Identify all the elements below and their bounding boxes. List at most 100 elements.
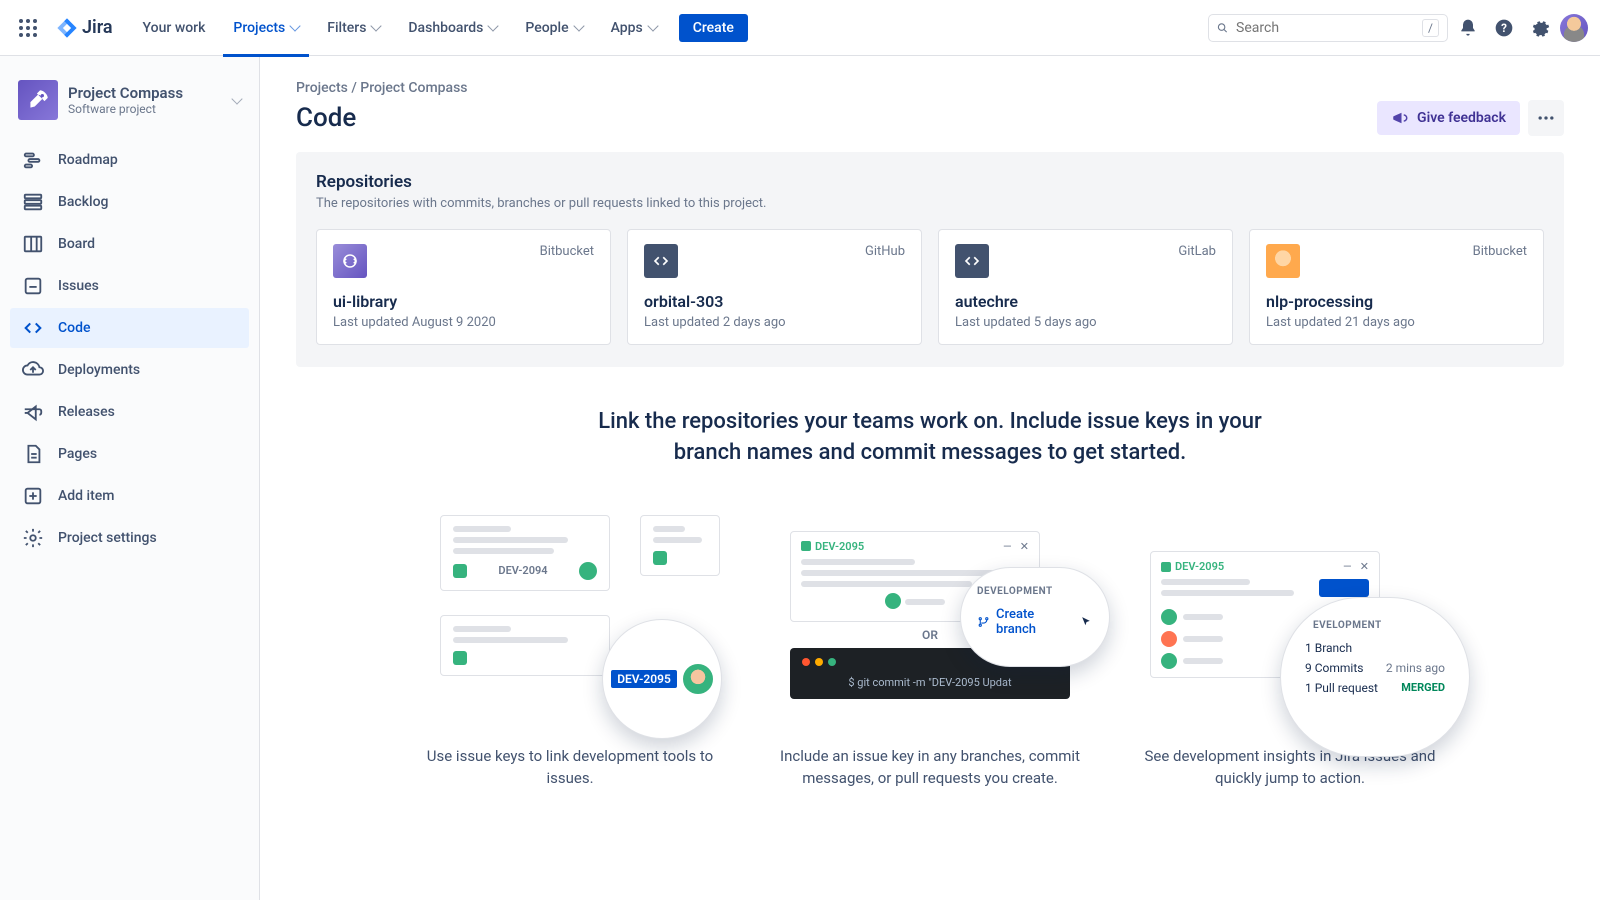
nav-apps-label: Apps xyxy=(611,20,643,36)
repositories-desc: The repositories with commits, branches … xyxy=(316,196,1544,211)
page-header: Code Give feedback xyxy=(296,100,1564,136)
sidebar-item-label: Backlog xyxy=(58,194,108,210)
create-button[interactable]: Create xyxy=(679,14,748,42)
give-feedback-button[interactable]: Give feedback xyxy=(1377,101,1520,135)
hero-columns: DEV-2094 DEV-2095 xyxy=(380,505,1480,790)
jira-logo-icon xyxy=(56,17,78,39)
sidebar-item-settings[interactable]: Project settings xyxy=(10,518,249,558)
repo-updated: Last updated 5 days ago xyxy=(955,315,1216,330)
nav-projects[interactable]: Projects xyxy=(223,14,309,42)
repo-icon xyxy=(333,244,367,278)
repo-name: ui-library xyxy=(333,292,594,311)
deployments-icon xyxy=(22,359,44,381)
app-switcher-icon xyxy=(19,19,37,37)
sidebar-item-label: Deployments xyxy=(58,362,140,378)
search-icon xyxy=(1217,20,1228,36)
repo-source: Bitbucket xyxy=(540,244,594,259)
sidebar-item-label: Releases xyxy=(58,404,115,420)
nav-links: Your work Projects Filters Dashboards Pe… xyxy=(133,14,667,42)
repo-grid: Bitbucket ui-library Last updated August… xyxy=(316,229,1544,345)
backlog-icon xyxy=(22,191,44,213)
board-icon xyxy=(22,233,44,255)
search-box[interactable]: / xyxy=(1208,14,1448,42)
dev-branch: 1 Branch xyxy=(1305,641,1352,655)
hero-caption: Include an issue key in any branches, co… xyxy=(780,745,1080,790)
repo-icon xyxy=(644,244,678,278)
nav-your-work[interactable]: Your work xyxy=(133,14,216,42)
svg-text:?: ? xyxy=(1501,21,1507,35)
nav-filters[interactable]: Filters xyxy=(317,14,390,42)
nav-apps[interactable]: Apps xyxy=(601,14,667,42)
repo-card[interactable]: Bitbucket nlp-processing Last updated 21… xyxy=(1249,229,1544,345)
merged-badge: MERGED xyxy=(1401,681,1445,695)
nav-people[interactable]: People xyxy=(515,14,592,42)
code-icon xyxy=(22,317,44,339)
sidebar-item-pages[interactable]: Pages xyxy=(10,434,249,474)
repo-source: GitHub xyxy=(865,244,905,259)
bell-icon xyxy=(1458,18,1478,38)
repo-card[interactable]: GitLab autechre Last updated 5 days ago xyxy=(938,229,1233,345)
sidebar-item-backlog[interactable]: Backlog xyxy=(10,182,249,222)
sidebar-item-issues[interactable]: Issues xyxy=(10,266,249,306)
sidebar-item-board[interactable]: Board xyxy=(10,224,249,264)
development-popover: EVELOPMENT 1 Branch 9 Commits2 mins ago … xyxy=(1280,597,1470,757)
top-nav: Jira Your work Projects Filters Dashboar… xyxy=(0,0,1600,56)
sidebar: Project Compass Software project Roadmap… xyxy=(0,56,260,900)
breadcrumb-sep: / xyxy=(348,80,360,96)
repo-name: autechre xyxy=(955,292,1216,311)
jira-logo[interactable]: Jira xyxy=(48,17,121,39)
chevron-down-icon xyxy=(647,20,658,31)
repo-updated: Last updated 2 days ago xyxy=(644,315,905,330)
check-icon xyxy=(1161,562,1171,572)
chevron-down-icon xyxy=(488,20,499,31)
repo-icon xyxy=(1266,244,1300,278)
hero-text: Link the repositories your teams work on… xyxy=(570,407,1290,469)
breadcrumb-projects[interactable]: Projects xyxy=(296,80,348,96)
nav-dashboards[interactable]: Dashboards xyxy=(398,14,507,42)
project-header[interactable]: Project Compass Software project xyxy=(10,76,249,138)
repo-source: GitLab xyxy=(1178,244,1216,259)
more-actions-button[interactable] xyxy=(1528,100,1564,136)
nav-dashboards-label: Dashboards xyxy=(408,20,483,36)
branch-icon xyxy=(977,615,990,629)
sidebar-item-label: Code xyxy=(58,320,90,336)
repo-source: Bitbucket xyxy=(1473,244,1527,259)
sidebar-item-label: Project settings xyxy=(58,530,157,546)
settings-button[interactable] xyxy=(1524,12,1556,44)
notifications-button[interactable] xyxy=(1452,12,1484,44)
search-shortcut: / xyxy=(1422,19,1439,37)
sidebar-item-label: Issues xyxy=(58,278,99,294)
issues-icon xyxy=(22,275,44,297)
repo-updated: Last updated August 9 2020 xyxy=(333,315,594,330)
sidebar-item-releases[interactable]: Releases xyxy=(10,392,249,432)
help-button[interactable]: ? xyxy=(1488,12,1520,44)
hero-caption: Use issue keys to link development tools… xyxy=(420,745,720,790)
breadcrumb-project[interactable]: Project Compass xyxy=(360,80,467,96)
hero-col-3: DEV-2095 — ✕ xyxy=(1140,505,1440,790)
avatar-icon xyxy=(683,664,713,694)
give-feedback-label: Give feedback xyxy=(1417,110,1506,126)
sidebar-item-roadmap[interactable]: Roadmap xyxy=(10,140,249,180)
sidebar-item-code[interactable]: Code xyxy=(10,308,249,348)
sidebar-item-deployments[interactable]: Deployments xyxy=(10,350,249,390)
sidebar-item-add[interactable]: Add item xyxy=(10,476,249,516)
help-icon: ? xyxy=(1494,18,1514,38)
issue-key: DEV-2095 xyxy=(1175,560,1224,573)
app-switcher[interactable] xyxy=(12,12,44,44)
megaphone-icon xyxy=(1391,109,1409,127)
gear-icon xyxy=(1530,18,1550,38)
search-input[interactable] xyxy=(1236,20,1414,36)
header-actions: Give feedback xyxy=(1377,100,1564,136)
sidebar-item-label: Roadmap xyxy=(58,152,118,168)
dev-header: EVELOPMENT xyxy=(1313,620,1445,631)
hero-illustration-1: DEV-2094 DEV-2095 xyxy=(420,505,720,725)
hero-illustration-2: DEV-2095 — ✕ OR $ git commit -m "DEV-20 xyxy=(780,505,1080,725)
repo-card[interactable]: GitHub orbital-303 Last updated 2 days a… xyxy=(627,229,922,345)
chevron-down-icon xyxy=(371,20,382,31)
roadmap-icon xyxy=(22,149,44,171)
user-avatar[interactable] xyxy=(1560,14,1588,42)
check-icon xyxy=(801,541,811,551)
nav-your-work-label: Your work xyxy=(143,20,206,36)
repo-card[interactable]: Bitbucket ui-library Last updated August… xyxy=(316,229,611,345)
main-content: Projects / Project Compass Code Give fee… xyxy=(260,56,1600,900)
